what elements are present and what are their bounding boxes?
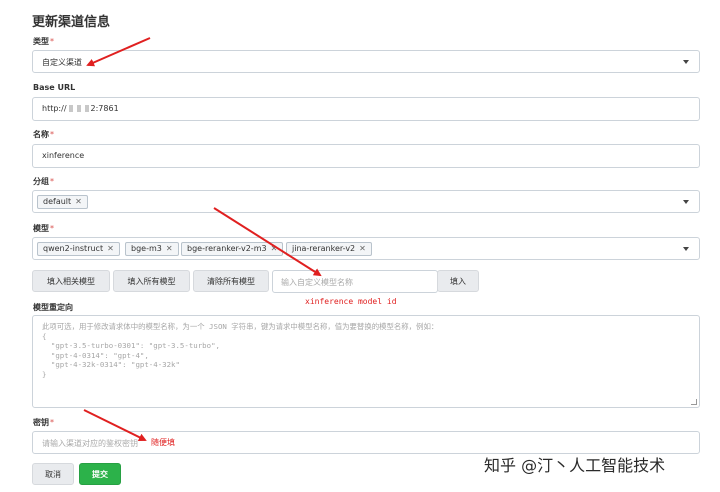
channel-edit-page: 更新渠道信息 类型* 自定义渠道 Base URL http://2:7861 … [0, 0, 720, 492]
type-arrow [86, 37, 151, 67]
model-input-arrow [213, 207, 322, 277]
key-arrow [83, 409, 147, 441]
annotation-arrows [83, 37, 322, 441]
